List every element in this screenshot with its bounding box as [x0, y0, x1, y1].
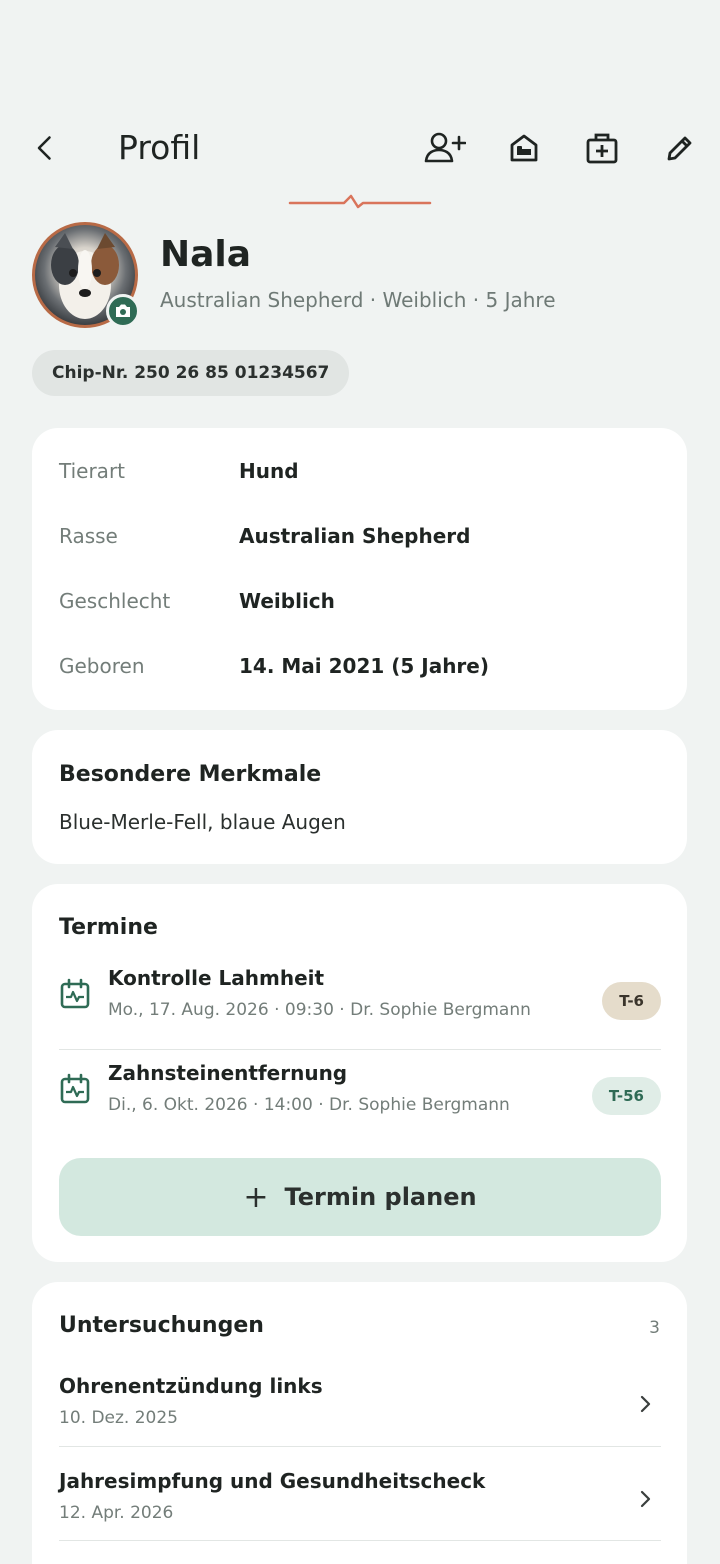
days-until-badge: T-56	[591, 1077, 661, 1115]
appointment-item[interactable]: Kontrolle Lahmheit Mo., 17. Aug. 2026 · …	[59, 956, 661, 1050]
divider	[59, 1540, 661, 1541]
features-title: Besondere Merkmale	[59, 762, 322, 787]
house-icon	[510, 134, 538, 162]
back-button[interactable]	[24, 126, 68, 170]
detail-label: Geschlecht	[59, 589, 171, 613]
medical-kit-icon	[586, 133, 618, 164]
examination-title: Jahresimpfung und Gesundheitscheck	[59, 1469, 486, 1493]
chevron-right-icon	[640, 1490, 651, 1508]
appointments-card: Termine Kontrolle Lahmheit Mo., 17. Aug.…	[32, 884, 687, 1262]
plan-appointment-button[interactable]: + Termin planen	[59, 1158, 661, 1236]
appointment-title: Kontrolle Lahmheit	[108, 966, 325, 990]
examination-date: 10. Dez. 2025	[59, 1408, 178, 1428]
detail-label: Tierart	[59, 459, 126, 483]
detail-label: Geboren	[59, 654, 145, 678]
detail-label: Rasse	[59, 524, 118, 548]
page-title: Profil	[118, 128, 201, 167]
appointment-meta: Di., 6. Okt. 2026 · 14:00 · Dr. Sophie B…	[108, 1095, 510, 1115]
divider	[59, 1446, 661, 1447]
chevron-right-icon	[640, 1395, 651, 1413]
app-bar: Profil	[0, 112, 720, 184]
camera-icon	[116, 304, 130, 317]
pet-subtitle: Australian Shepherd · Weiblich · 5 Jahre	[160, 288, 556, 312]
features-text: Blue-Merle-Fell, blaue Augen	[59, 810, 346, 834]
detail-value: 14. Mai 2021 (5 Jahre)	[239, 654, 489, 678]
pet-avatar[interactable]	[32, 222, 140, 330]
add-owner-icon	[424, 132, 466, 163]
days-until-badge: T-6	[602, 982, 661, 1020]
examination-title: Ohrenentzündung links	[59, 1374, 323, 1398]
chip-number-badge: Chip-Nr. 250 26 85 01234567	[32, 350, 350, 396]
pet-name: Nala	[160, 234, 252, 275]
medical-kit-button[interactable]	[580, 126, 624, 170]
features-card: Besondere Merkmale Blue-Merle-Fell, blau…	[32, 730, 687, 864]
arrow-back-icon	[37, 136, 51, 160]
calendar-pulse-icon	[60, 978, 90, 1009]
examination-date: 12. Apr. 2026	[59, 1503, 174, 1523]
detail-value: Weiblich	[239, 589, 335, 613]
pulse-divider-icon	[288, 194, 432, 209]
plus-icon: +	[243, 1179, 269, 1215]
appointments-title: Termine	[59, 915, 158, 940]
appointment-item[interactable]: Zahnsteinentfernung Di., 6. Okt. 2026 · …	[59, 1051, 661, 1145]
calendar-pulse-icon	[60, 1073, 90, 1104]
change-photo-button[interactable]	[106, 294, 140, 328]
examinations-count: 3	[649, 1318, 660, 1338]
appointment-meta: Mo., 17. Aug. 2026 · 09:30 · Dr. Sophie …	[108, 1000, 531, 1020]
examinations-card: Untersuchungen 3 Ohrenentzündung links 1…	[32, 1282, 687, 1564]
edit-button[interactable]	[658, 126, 702, 170]
appointment-title: Zahnsteinentfernung	[108, 1061, 348, 1085]
examinations-title: Untersuchungen	[59, 1313, 264, 1338]
house-button[interactable]	[502, 126, 546, 170]
plan-appointment-label: Termin planen	[284, 1183, 477, 1211]
detail-value: Australian Shepherd	[239, 524, 471, 548]
detail-value: Hund	[239, 459, 299, 483]
details-card: Tierart Hund Rasse Australian Shepherd G…	[32, 428, 687, 710]
add-owner-button[interactable]	[423, 126, 467, 170]
divider	[59, 1049, 661, 1050]
edit-icon	[667, 136, 692, 161]
